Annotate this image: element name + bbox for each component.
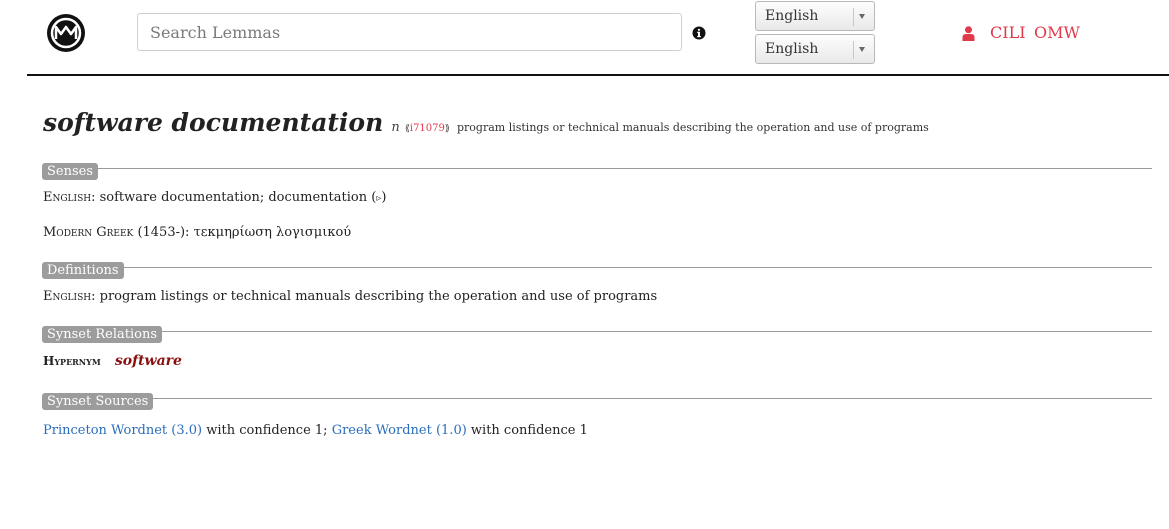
section-label-relations: Synset Relations bbox=[42, 326, 162, 343]
select-divider bbox=[853, 8, 854, 26]
header: English English CILI OMW bbox=[0, 0, 1169, 76]
nav-link-cili[interactable]: CILI bbox=[990, 24, 1026, 42]
section-divider bbox=[42, 267, 1152, 268]
info-circle-icon[interactable] bbox=[692, 26, 706, 40]
section-definitions: Definitions bbox=[42, 259, 1152, 279]
sense-row-english: English: software documentation; documen… bbox=[43, 190, 387, 205]
sense-lemmas: software documentation; documentation bbox=[99, 190, 368, 205]
page-title: software documentation bbox=[43, 108, 384, 137]
synset-heading: software documentation n ⟪i71079⟫ progra… bbox=[43, 108, 929, 137]
omw-logo-icon[interactable] bbox=[45, 12, 87, 54]
relation-target-link[interactable]: software bbox=[115, 353, 182, 369]
section-senses: Senses bbox=[42, 160, 1152, 180]
section-divider bbox=[42, 331, 1152, 332]
source-link-greek[interactable]: Greek Wordnet (1.0) bbox=[332, 423, 467, 438]
language-name: English bbox=[43, 289, 92, 304]
definition-row-english: English: program listings or technical m… bbox=[43, 289, 658, 304]
definition-text: program listings or technical manuals de… bbox=[99, 289, 658, 304]
language-name: English bbox=[43, 190, 92, 205]
relation-row: Hypernym software bbox=[43, 353, 182, 369]
section-relations: Synset Relations bbox=[42, 323, 1152, 343]
chevron-down-icon bbox=[859, 14, 865, 19]
source-confidence: with confidence 1 bbox=[470, 423, 588, 438]
sense-row-modern-greek: Modern Greek (1453-): τεκμηρίωση λογισμι… bbox=[43, 225, 351, 240]
language-select-primary[interactable]: English bbox=[755, 1, 875, 31]
section-sources: Synset Sources bbox=[42, 390, 1152, 410]
section-label-definitions: Definitions bbox=[42, 262, 124, 279]
sense-lemmas: (1453-): τεκμηρίωση λογισμικού bbox=[137, 225, 352, 240]
language-select-secondary[interactable]: English bbox=[755, 34, 875, 64]
section-divider bbox=[42, 398, 1152, 399]
user-icon[interactable] bbox=[962, 26, 975, 41]
section-label-senses: Senses bbox=[42, 163, 99, 180]
relation-type: Hypernym bbox=[43, 354, 101, 368]
search-input[interactable] bbox=[137, 13, 682, 51]
language-select-value: English bbox=[765, 8, 819, 24]
section-label-sources: Synset Sources bbox=[42, 393, 154, 410]
source-confidence: with confidence 1; bbox=[206, 423, 328, 438]
ili-link[interactable]: i71079 bbox=[410, 123, 445, 134]
play-close-paren: ) bbox=[381, 190, 387, 205]
language-name: Modern Greek bbox=[43, 225, 134, 240]
language-select-value: English bbox=[765, 41, 819, 57]
chevron-down-icon bbox=[859, 47, 865, 52]
source-link-princeton[interactable]: Princeton Wordnet (3.0) bbox=[43, 423, 202, 438]
nav-link-omw[interactable]: OMW bbox=[1034, 24, 1080, 42]
select-divider bbox=[853, 41, 854, 59]
section-divider bbox=[42, 168, 1152, 169]
ili-close-bracket: ⟫ bbox=[444, 124, 450, 134]
header-divider bbox=[27, 74, 1169, 76]
sources-row: Princeton Wordnet (3.0) with confidence … bbox=[43, 423, 588, 438]
part-of-speech: n bbox=[391, 120, 400, 135]
synset-gloss: program listings or technical manuals de… bbox=[457, 121, 929, 134]
